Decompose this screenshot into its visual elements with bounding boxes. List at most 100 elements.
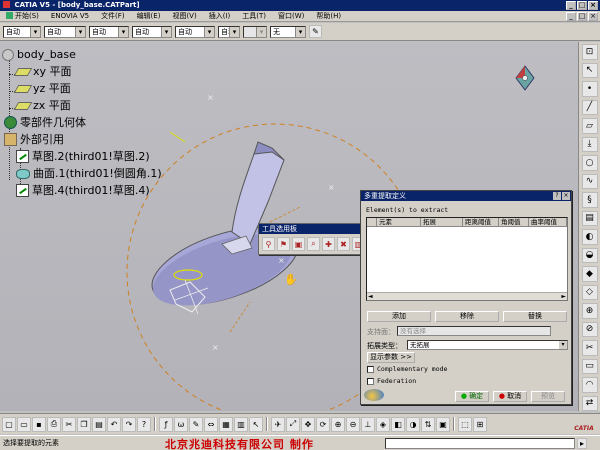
layer-combo[interactable]: 无 bbox=[270, 25, 306, 38]
undo-icon[interactable]: ↶ bbox=[107, 416, 121, 432]
swap-space-icon[interactable]: ⇅ bbox=[421, 416, 435, 432]
fit-all-icon[interactable]: ⤢ bbox=[286, 416, 300, 432]
boundary-icon[interactable]: ▭ bbox=[581, 358, 598, 374]
sweep-icon[interactable]: ◒ bbox=[581, 247, 598, 263]
zoom-in-icon[interactable]: ⊕ bbox=[331, 416, 345, 432]
normal-view-icon[interactable]: ⊥ bbox=[361, 416, 375, 432]
pointer-icon[interactable]: ↖ bbox=[249, 416, 263, 432]
color-combo[interactable]: 自动 bbox=[3, 25, 41, 38]
tree-item-yz-plane[interactable]: yz 平面 bbox=[13, 80, 71, 97]
iso-view-icon[interactable]: ◈ bbox=[376, 416, 390, 432]
transform-icon[interactable]: ⇄ bbox=[581, 395, 598, 411]
painter-icon[interactable]: ✎ bbox=[309, 25, 322, 38]
save-icon[interactable]: ▪ bbox=[32, 416, 46, 432]
support-field[interactable]: 没有选择 bbox=[397, 326, 551, 336]
transparency-combo[interactable]: 自动 bbox=[44, 25, 86, 38]
remove-button[interactable]: 移除 bbox=[435, 311, 499, 322]
line-icon[interactable]: ╱ bbox=[581, 99, 598, 115]
helix-icon[interactable]: § bbox=[581, 192, 598, 208]
measure-icon[interactable]: ⇔ bbox=[204, 416, 218, 432]
add-button[interactable]: 添加 bbox=[367, 311, 431, 322]
palette-filter-icon[interactable]: ▣ bbox=[292, 237, 305, 251]
view-cube-icon[interactable]: ⬚ bbox=[458, 416, 472, 432]
replace-button[interactable]: 替换 bbox=[503, 311, 567, 322]
palette-add-icon[interactable]: ✚ bbox=[322, 237, 335, 251]
doc-close-button[interactable]: × bbox=[588, 12, 598, 21]
palette-multi-select-icon[interactable]: ⚑ bbox=[277, 237, 290, 251]
table-icon[interactable]: ▦ bbox=[219, 416, 233, 432]
hide-show-icon[interactable]: ◑ bbox=[406, 416, 420, 432]
close-button[interactable]: × bbox=[588, 1, 598, 10]
menu-insert[interactable]: 插入(I) bbox=[203, 11, 237, 21]
fill-icon[interactable]: ◆ bbox=[581, 266, 598, 282]
projection-icon[interactable]: ⤓ bbox=[581, 136, 598, 152]
rotate-icon[interactable]: ⟳ bbox=[316, 416, 330, 432]
render-style-combo[interactable]: 自动 bbox=[218, 25, 240, 38]
tree-root[interactable]: body_base bbox=[2, 46, 76, 63]
federation-checkbox[interactable]: Federation bbox=[367, 377, 416, 385]
pan-icon[interactable]: ✥ bbox=[301, 416, 315, 432]
render-icon[interactable]: ▣ bbox=[436, 416, 450, 432]
fly-mode-icon[interactable]: ✈ bbox=[271, 416, 285, 432]
print-icon[interactable]: ⎙ bbox=[47, 416, 61, 432]
column-distance-threshold[interactable]: 距离阈值 bbox=[463, 218, 499, 226]
ok-button[interactable]: ● 确定 bbox=[455, 391, 489, 402]
complementary-mode-checkbox[interactable]: Complementary mode bbox=[367, 365, 447, 373]
line-type-combo[interactable]: 自动 bbox=[132, 25, 172, 38]
minimize-button[interactable]: _ bbox=[566, 1, 576, 10]
palette-remove-icon[interactable]: ✖ bbox=[337, 237, 350, 251]
tree-item-surface-1[interactable]: 曲面.1(third01!倒圆角.1) bbox=[16, 165, 162, 182]
offset-icon[interactable]: ◇ bbox=[581, 284, 598, 300]
redo-icon[interactable]: ↷ bbox=[122, 416, 136, 432]
dialog-close-button[interactable]: × bbox=[562, 192, 570, 200]
shading-icon[interactable]: ◧ bbox=[391, 416, 405, 432]
annotation-icon[interactable]: ✎ bbox=[189, 416, 203, 432]
cancel-button[interactable]: ● 取消 bbox=[493, 391, 527, 402]
menu-start[interactable]: 开始(S) bbox=[0, 11, 45, 21]
doc-restore-button[interactable]: □ bbox=[577, 12, 587, 21]
menu-window[interactable]: 窗口(W) bbox=[272, 11, 310, 21]
tree-item-external-references[interactable]: 外部引用 bbox=[4, 131, 64, 148]
menu-view[interactable]: 视图(V) bbox=[166, 11, 202, 21]
elements-list-scrollbar[interactable]: ◄ ► bbox=[367, 292, 567, 300]
maximize-button[interactable]: □ bbox=[577, 1, 587, 10]
menu-file[interactable]: 文件(F) bbox=[95, 11, 131, 21]
column-curvature-threshold[interactable]: 曲率阈值 bbox=[529, 218, 567, 226]
show-parameters-button[interactable]: 显示参数 >> bbox=[367, 352, 415, 363]
elements-list[interactable]: 元素 拓展 距离阈值 角阈值 曲率阈值 ◄ ► bbox=[366, 217, 568, 301]
menu-enovia[interactable]: ENOVIA V5 bbox=[45, 11, 95, 21]
tree-item-xy-plane[interactable]: xy 平面 bbox=[13, 63, 72, 80]
whats-this-icon[interactable]: ? bbox=[137, 416, 151, 432]
spline-icon[interactable]: ∿ bbox=[581, 173, 598, 189]
trim-icon[interactable]: ✂ bbox=[581, 340, 598, 356]
fillet-icon[interactable]: ◠ bbox=[581, 377, 598, 393]
column-element[interactable]: 元素 bbox=[377, 218, 421, 226]
cut-icon[interactable]: ✂ bbox=[62, 416, 76, 432]
propagation-type-select[interactable]: 无拓展 bbox=[407, 340, 568, 350]
power-input-field[interactable] bbox=[385, 438, 575, 449]
tree-item-zx-plane[interactable]: zx 平面 bbox=[13, 97, 71, 114]
extrude-icon[interactable]: ▤ bbox=[581, 210, 598, 226]
join-icon[interactable]: ⊕ bbox=[581, 303, 598, 319]
split-icon[interactable]: ⊘ bbox=[581, 321, 598, 337]
line-weight-combo[interactable]: 自动 bbox=[89, 25, 129, 38]
new-file-icon[interactable]: ▢ bbox=[2, 416, 16, 432]
palette-select-icon[interactable]: ⚲ bbox=[262, 237, 275, 251]
zoom-out-icon[interactable]: ⊖ bbox=[346, 416, 360, 432]
circle-icon[interactable]: ○ bbox=[581, 155, 598, 171]
palette-search-icon[interactable]: ⌕ bbox=[307, 237, 320, 251]
menu-edit[interactable]: 编辑(E) bbox=[131, 11, 167, 21]
column-propagation[interactable]: 拓展 bbox=[421, 218, 463, 226]
catalog-icon[interactable]: ▥ bbox=[234, 416, 248, 432]
preview-button[interactable]: 预览 bbox=[531, 391, 565, 402]
plane-tool-icon[interactable]: ▱ bbox=[581, 118, 598, 134]
formula-icon[interactable]: ƒ bbox=[159, 416, 173, 432]
scroll-right-icon[interactable]: ► bbox=[561, 293, 566, 301]
select-arrow-icon[interactable]: ↖ bbox=[581, 62, 598, 78]
tree-item-sketch-2[interactable]: 草图.2(third01!草图.2) bbox=[16, 148, 150, 165]
paste-icon[interactable]: ▤ bbox=[92, 416, 106, 432]
open-file-icon[interactable]: ▭ bbox=[17, 416, 31, 432]
tree-item-part-body[interactable]: 零部件几何体 bbox=[4, 114, 86, 131]
scroll-left-icon[interactable]: ◄ bbox=[368, 293, 373, 301]
tree-item-sketch-4[interactable]: 草图.4(third01!草图.4) bbox=[16, 182, 150, 199]
